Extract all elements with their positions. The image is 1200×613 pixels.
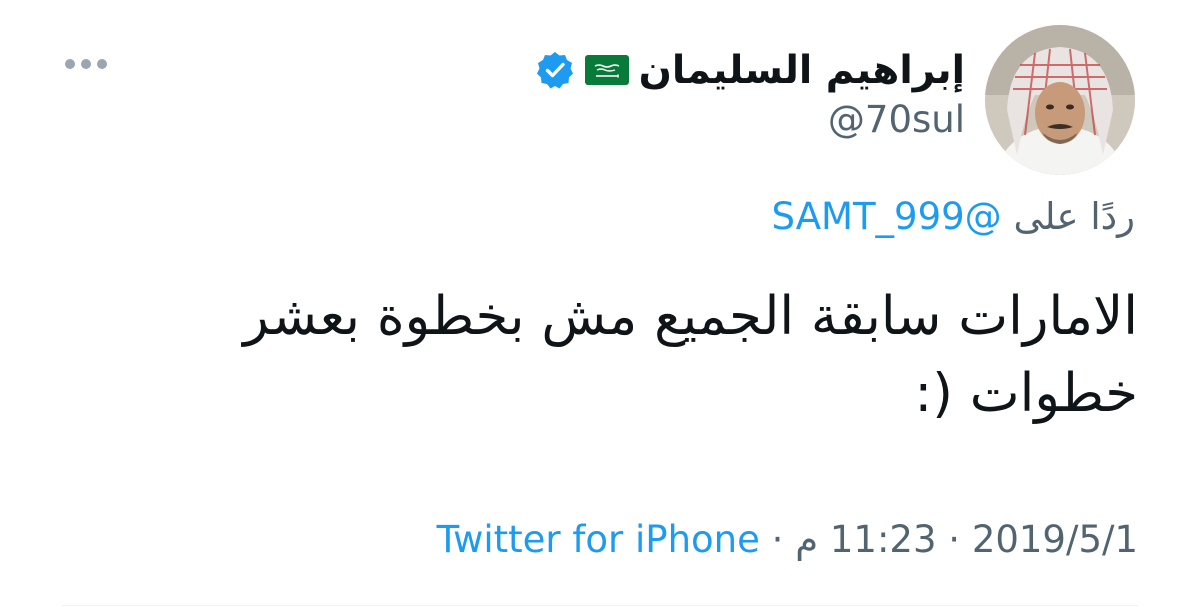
meta-separator: · [771,518,784,561]
reply-context: ردًا على @SAMT_999 [772,195,1135,238]
tweet-time[interactable]: 11:23 م [795,518,936,561]
meta-separator: · [948,518,961,561]
tweet-date[interactable]: 2019/5/1 [972,518,1138,561]
tweet-source-link[interactable]: Twitter for iPhone [437,518,760,561]
avatar-photo [985,25,1135,175]
tweet-text: الامارات سابقة الجميع مش بخطوة بعشر خطوا… [243,286,1138,424]
tweet-meta: 2019/5/1 · 11:23 م · Twitter for iPhone [437,518,1138,561]
author-handle[interactable]: @70sul [828,98,965,141]
author-name-row[interactable]: إبراهيم السليمان [535,40,965,100]
avatar[interactable] [985,25,1135,175]
reply-mention-link[interactable]: @SAMT_999 [772,195,1002,238]
verified-badge-icon [536,52,573,89]
reply-prefix: ردًا على [1013,195,1135,238]
divider [62,605,1138,606]
tweet-card: إبراهيم السليمان @70sul ردًا على @SAMT_9… [0,0,1200,613]
ellipsis-icon[interactable] [64,58,108,70]
saudi-arabia-flag-icon [584,55,629,85]
display-name[interactable]: إبراهيم السليمان [639,48,965,93]
